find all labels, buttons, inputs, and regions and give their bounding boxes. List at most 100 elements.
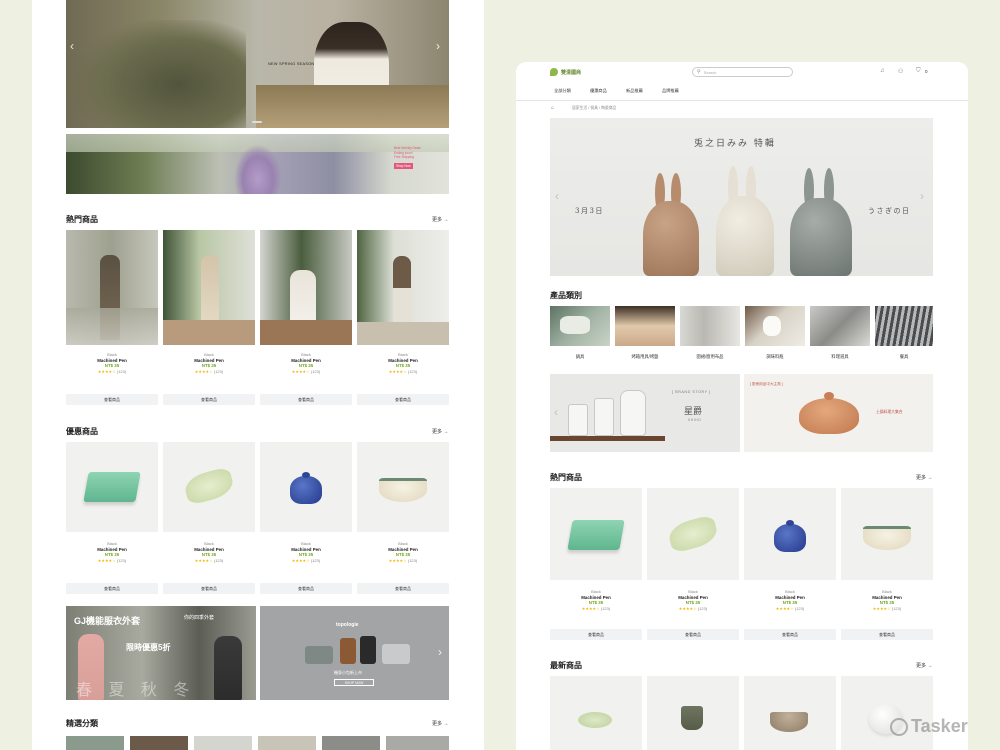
view-product-button[interactable]: 查看商品 [66, 394, 158, 405]
clay-pot-banner[interactable]: [ 廚房用品中大主角 ] 土鍋料理大集合 [744, 374, 933, 452]
product-image[interactable] [647, 676, 739, 750]
view-product-button[interactable]: 查看商品 [550, 629, 642, 640]
shop-now-button[interactable]: SHOP NOW [334, 679, 374, 686]
brand-name: 星爵 [684, 407, 703, 417]
logo-text: 雙清國商 [561, 69, 582, 76]
category-thumb[interactable] [130, 736, 188, 750]
topologie-banner[interactable]: topologie 機身小包新上市 SHOP NOW › [260, 606, 449, 700]
hero-model-left [76, 20, 246, 128]
product-image[interactable] [744, 488, 836, 580]
product-image[interactable] [550, 676, 642, 750]
hero-prev-icon[interactable]: ‹ [555, 190, 559, 202]
product-image[interactable] [357, 442, 449, 532]
view-product-button[interactable]: 查看商品 [163, 394, 255, 405]
category-thumb[interactable] [66, 736, 124, 750]
view-product-button[interactable]: 查看商品 [260, 394, 352, 405]
category-label[interactable]: 圍裙/廚用布品 [680, 354, 740, 360]
home-icon[interactable]: ⌂ [551, 105, 554, 111]
category-label[interactable]: 調味料瓶 [745, 354, 805, 360]
category-thumb[interactable] [258, 736, 316, 750]
nav-new[interactable]: 新品推薦 [626, 88, 643, 94]
hot-more-link[interactable]: 更多 → [916, 474, 932, 481]
watermark-logo-icon [890, 717, 908, 736]
product-caption: Black Machined Pen NT$ 35 ★★★★☆ (123) [581, 589, 611, 611]
view-product-button[interactable]: 查看商品 [841, 629, 933, 640]
product-image[interactable] [550, 488, 642, 580]
nav-all-categories[interactable]: 全部分類 [554, 88, 571, 94]
banner-prev-icon[interactable]: ‹ [554, 406, 558, 418]
promo-headline: GJ機能服衣外套 [74, 616, 141, 626]
categories-title: 產品類別 [550, 291, 582, 300]
view-product-button[interactable]: 查看商品 [744, 629, 836, 640]
promo-model [214, 636, 242, 700]
product-image[interactable] [260, 230, 352, 345]
view-product-button[interactable]: 查看商品 [647, 629, 739, 640]
nav-brands[interactable]: 品牌推薦 [662, 88, 679, 94]
cart-icon[interactable]: ⛉ [916, 68, 921, 75]
product-image[interactable] [260, 442, 352, 532]
hero-dots[interactable] [252, 121, 262, 123]
left-page-preview: NEW SPRING SEASON ‹ › Best Weekly Deals … [32, 0, 484, 750]
category-thumb[interactable] [810, 306, 870, 346]
product-image[interactable] [66, 442, 158, 532]
view-product-button[interactable]: 查看商品 [260, 583, 352, 594]
search-input[interactable]: ⚲ Search [692, 67, 793, 77]
product-image[interactable] [163, 230, 255, 345]
hero-right-text: うさぎの日 [868, 207, 911, 215]
glass-jar [594, 398, 614, 436]
glass-jar [620, 390, 646, 436]
category-thumb[interactable] [745, 306, 805, 346]
promo-discount: 限時優惠5折 [126, 643, 171, 652]
search-icon: ⚲ [697, 69, 701, 75]
banner-next-icon[interactable]: › [438, 646, 442, 658]
view-product-button[interactable]: 查看商品 [357, 583, 449, 594]
breadcrumb[interactable]: 居家生活 / 餐具 / 陶瓷商品 [572, 106, 616, 111]
product-image[interactable] [647, 488, 739, 580]
product-image[interactable] [841, 676, 933, 750]
hero-banner[interactable]: NEW SPRING SEASON ‹ › [66, 0, 449, 128]
promo-jacket-banner[interactable]: GJ機能服衣外套 限時優惠5折 你的四季外套 春 夏 秋 冬 [66, 606, 256, 700]
category-label[interactable]: 餐具 [875, 354, 933, 360]
site-logo[interactable]: 雙清國商 [550, 68, 581, 76]
view-product-button[interactable]: 查看商品 [66, 583, 158, 594]
brand-story-banner[interactable]: [ BRAND STORY ] 星爵 SHIHO ‹ [550, 374, 740, 452]
category-thumb[interactable] [386, 736, 449, 750]
product-caption: Black Machined Pen NT$ 35 ★★★★☆ (123) [872, 589, 902, 611]
new-more-link[interactable]: 更多 → [916, 662, 932, 669]
hero-next-icon[interactable]: › [436, 40, 440, 52]
product-image[interactable] [744, 676, 836, 750]
view-product-button[interactable]: 查看商品 [357, 394, 449, 405]
product-image[interactable] [841, 488, 933, 580]
hot-more-link[interactable]: 更多 → [432, 216, 448, 223]
category-thumb[interactable] [875, 306, 933, 346]
category-label[interactable]: 鍋具 [550, 354, 610, 360]
clay-pot-knob [824, 392, 834, 400]
rabbit-figurine [782, 168, 864, 276]
product-image[interactable] [163, 442, 255, 532]
shelf [550, 436, 665, 441]
cart-count: 0 [925, 69, 928, 74]
featured-more-link[interactable]: 更多 → [432, 720, 448, 727]
bell-icon[interactable]: ♫ [880, 68, 885, 74]
category-thumb[interactable] [550, 306, 610, 346]
promo-banner-wide[interactable]: Best Weekly Deals Ending soon! Free Ship… [66, 134, 449, 194]
hero-next-icon[interactable]: › [920, 190, 924, 202]
category-thumb[interactable] [322, 736, 380, 750]
nav-sale[interactable]: 優惠商品 [590, 88, 607, 94]
category-thumb[interactable] [194, 736, 252, 750]
product-image[interactable] [66, 230, 158, 345]
glass-jar [568, 404, 588, 436]
watermark-text: Tasker [911, 716, 968, 736]
product-image[interactable] [357, 230, 449, 345]
hero-banner[interactable]: 兎之日みみ 特輯 3月3日 うさぎの日 ‹ › [550, 118, 933, 276]
hero-label: NEW SPRING SEASON [268, 62, 315, 66]
category-thumb[interactable] [615, 306, 675, 346]
topologie-brand: topologie [336, 622, 359, 628]
category-label[interactable]: 烤箱用具/烤盤 [615, 354, 675, 360]
category-label[interactable]: 料理道具 [810, 354, 870, 360]
hero-prev-icon[interactable]: ‹ [70, 40, 74, 52]
user-icon[interactable]: ⚇ [898, 68, 903, 75]
sale-more-link[interactable]: 更多 → [432, 428, 448, 435]
category-thumb[interactable] [680, 306, 740, 346]
view-product-button[interactable]: 查看商品 [163, 583, 255, 594]
